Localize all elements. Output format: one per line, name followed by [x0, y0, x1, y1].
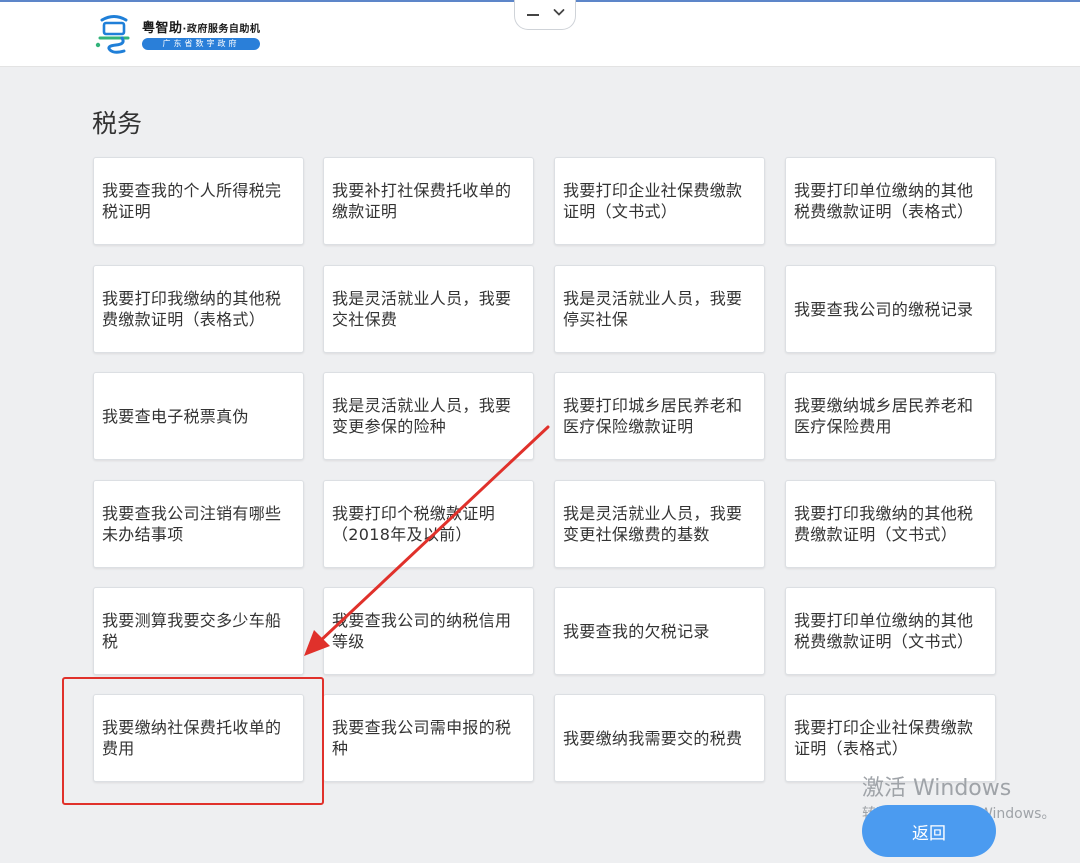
window-control-tab[interactable]	[514, 0, 576, 30]
service-item-label: 我要缴纳城乡居民养老和医疗保险费用	[794, 395, 987, 437]
service-item-label: 我是灵活就业人员，我要变更参保的险种	[332, 395, 525, 437]
service-item[interactable]: 我要打印企业社保费缴款证明（表格式）	[785, 694, 996, 782]
service-item-label: 我要查电子税票真伪	[102, 406, 249, 427]
service-item[interactable]: 我要打印我缴纳的其他税费缴款证明（表格式）	[93, 265, 304, 353]
service-item[interactable]: 我要查我的个人所得税完税证明	[93, 157, 304, 245]
service-item-label: 我要打印我缴纳的其他税费缴款证明（文书式）	[794, 503, 987, 545]
chevron-down-icon[interactable]	[553, 6, 565, 18]
brand-tagline: 广东省数字政府	[142, 38, 260, 50]
service-item-label: 我要打印企业社保费缴款证明（文书式）	[563, 180, 756, 222]
service-item[interactable]: 我要查我公司需申报的税种	[323, 694, 534, 782]
service-item[interactable]: 我是灵活就业人员，我要停买社保	[554, 265, 765, 353]
service-item[interactable]: 我要查我公司的纳税信用等级	[323, 587, 534, 675]
service-item-label: 我是灵活就业人员，我要变更社保缴费的基数	[563, 503, 756, 545]
service-item-label: 我是灵活就业人员，我要停买社保	[563, 288, 756, 330]
brand-subtitle: ·政府服务自助机	[183, 24, 261, 35]
service-item-label: 我要查我的欠税记录	[563, 621, 710, 642]
watermark-line-1: 激活 Windows	[862, 776, 1055, 802]
service-item-label: 我是灵活就业人员，我要交社保费	[332, 288, 525, 330]
service-item-label: 我要查我的个人所得税完税证明	[102, 180, 295, 222]
yue-logo-icon	[92, 14, 136, 54]
service-item-label: 我要打印单位缴纳的其他税费缴款证明（文书式）	[794, 610, 987, 652]
back-button[interactable]: 返回	[862, 805, 996, 857]
service-item[interactable]: 我是灵活就业人员，我要变更社保缴费的基数	[554, 480, 765, 568]
service-item[interactable]: 我要查我公司的缴税记录	[785, 265, 996, 353]
service-item[interactable]: 我要缴纳城乡居民养老和医疗保险费用	[785, 372, 996, 460]
service-item[interactable]: 我要打印我缴纳的其他税费缴款证明（文书式）	[785, 480, 996, 568]
service-item-label: 我要打印城乡居民养老和医疗保险缴款证明	[563, 395, 756, 437]
service-item-label: 我要打印单位缴纳的其他税费缴款证明（表格式）	[794, 180, 987, 222]
service-item-label: 我要查我公司的缴税记录	[794, 299, 973, 320]
service-item[interactable]: 我要测算我要交多少车船税	[93, 587, 304, 675]
service-item-label: 我要缴纳我需要交的税费	[563, 728, 742, 749]
service-item-label: 我要打印我缴纳的其他税费缴款证明（表格式）	[102, 288, 295, 330]
brand-name: 粤智助·政府服务自助机	[142, 17, 260, 36]
service-item[interactable]: 我要打印城乡居民养老和医疗保险缴款证明	[554, 372, 765, 460]
service-item[interactable]: 我是灵活就业人员，我要交社保费	[323, 265, 534, 353]
brand-name-text: 粤智助	[142, 21, 183, 36]
service-item[interactable]: 我要补打社保费托收单的缴款证明	[323, 157, 534, 245]
annotation-highlight-box	[62, 677, 324, 805]
service-item[interactable]: 我要打印个税缴款证明（2018年及以前）	[323, 480, 534, 568]
service-item-label: 我要查我公司的纳税信用等级	[332, 610, 525, 652]
service-item-label: 我要查我公司注销有哪些未办结事项	[102, 503, 295, 545]
service-item-label: 我要打印个税缴款证明（2018年及以前）	[332, 503, 525, 545]
service-item[interactable]: 我要查我的欠税记录	[554, 587, 765, 675]
minimize-icon[interactable]	[527, 14, 539, 16]
top-header: 粤智助·政府服务自助机 广东省数字政府	[0, 0, 1080, 67]
brand-logo: 粤智助·政府服务自助机 广东省数字政府	[92, 14, 282, 56]
service-item[interactable]: 我要查我公司注销有哪些未办结事项	[93, 480, 304, 568]
page-title: 税务	[92, 104, 142, 140]
service-item[interactable]: 我要打印单位缴纳的其他税费缴款证明（表格式）	[785, 157, 996, 245]
service-item[interactable]: 我要打印企业社保费缴款证明（文书式）	[554, 157, 765, 245]
service-item[interactable]: 我要缴纳我需要交的税费	[554, 694, 765, 782]
service-item-label: 我要补打社保费托收单的缴款证明	[332, 180, 525, 222]
service-item-label: 我要查我公司需申报的税种	[332, 717, 525, 759]
service-item[interactable]: 我要打印单位缴纳的其他税费缴款证明（文书式）	[785, 587, 996, 675]
service-item[interactable]: 我是灵活就业人员，我要变更参保的险种	[323, 372, 534, 460]
service-item-label: 我要打印企业社保费缴款证明（表格式）	[794, 717, 987, 759]
service-item[interactable]: 我要查电子税票真伪	[93, 372, 304, 460]
service-item-label: 我要测算我要交多少车船税	[102, 610, 295, 652]
